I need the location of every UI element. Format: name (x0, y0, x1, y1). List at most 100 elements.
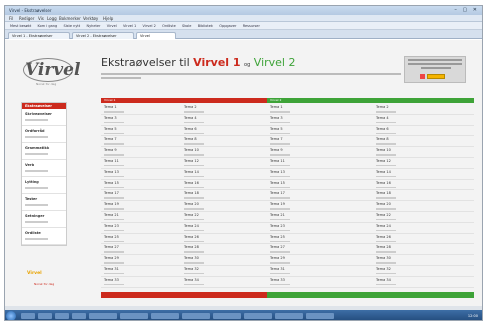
menu-item[interactable]: Logg (47, 16, 57, 21)
sidebar-item[interactable]: Ordforråd (22, 126, 66, 143)
exercise-link[interactable]: Tema 17 (270, 191, 290, 199)
taskbar-button[interactable] (55, 313, 69, 319)
exercise-link[interactable]: Tema 33 (270, 278, 290, 286)
exercise-link[interactable]: Tema 12 (184, 159, 204, 167)
exercise-link[interactable]: Tema 28 (184, 245, 204, 253)
exercise-link[interactable]: Tema 32 (184, 267, 204, 275)
exercise-link[interactable]: Tema 26 (184, 235, 204, 243)
exercise-link[interactable]: Tema 7 (270, 137, 290, 145)
exercise-link[interactable]: Tema 4 (376, 116, 396, 124)
sidebar-item[interactable]: Ordliste (22, 228, 66, 245)
exercise-link[interactable]: Tema 31 (104, 267, 124, 275)
exercise-link[interactable]: Tema 7 (104, 137, 124, 145)
exercise-link[interactable]: Tema 24 (184, 224, 204, 232)
promo-button[interactable] (427, 74, 445, 79)
exercise-link[interactable]: Tema 11 (270, 159, 290, 167)
taskbar-button[interactable] (151, 313, 179, 319)
exercise-link[interactable]: Tema 31 (270, 267, 290, 275)
taskbar-button[interactable] (72, 313, 86, 319)
exercise-link[interactable]: Tema 23 (270, 224, 290, 232)
sidebar-item[interactable]: Setninger (22, 211, 66, 228)
exercise-link[interactable]: Tema 16 (184, 181, 204, 189)
tab-virvel-1[interactable]: Virvel 1 - Ekstraøvelser (8, 32, 70, 39)
bookmark-link[interactable]: Bibliotek (198, 24, 213, 28)
exercise-link[interactable]: Tema 9 (104, 148, 124, 156)
exercise-link[interactable]: Tema 18 (376, 191, 396, 199)
exercise-link[interactable]: Tema 11 (104, 159, 124, 167)
sidebar-item[interactable]: Tester (22, 194, 66, 211)
exercise-link[interactable]: Tema 17 (104, 191, 124, 199)
exercise-link[interactable]: Tema 15 (270, 181, 290, 189)
exercise-link[interactable]: Tema 34 (184, 278, 204, 286)
exercise-link[interactable]: Tema 24 (376, 224, 396, 232)
sidebar-item[interactable]: Lytting (22, 177, 66, 194)
menu-item[interactable]: Rediger (19, 16, 34, 21)
exercise-link[interactable]: Tema 22 (376, 213, 396, 221)
exercise-link[interactable]: Tema 15 (104, 181, 124, 189)
bookmark-link[interactable]: Oppgaver (219, 24, 236, 28)
bookmark-link[interactable]: Skole (182, 24, 191, 28)
menu-item[interactable]: Bokmerker (59, 16, 81, 21)
exercise-link[interactable]: Tema 1 (270, 105, 290, 113)
sidebar-promo-sub[interactable]: Norsk for deg (34, 282, 54, 286)
exercise-link[interactable]: Tema 25 (104, 235, 124, 243)
exercise-link[interactable]: Tema 26 (376, 235, 396, 243)
bookmark-link[interactable]: Virvel 2 (143, 24, 156, 28)
taskbar-button[interactable] (38, 313, 52, 319)
exercise-link[interactable]: Tema 28 (376, 245, 396, 253)
taskbar-button[interactable] (244, 313, 272, 319)
exercise-link[interactable]: Tema 4 (184, 116, 204, 124)
exercise-link[interactable]: Tema 14 (184, 170, 204, 178)
menu-item[interactable]: Fil (9, 16, 13, 21)
sidebar-item[interactable]: Skriveøvelser (22, 109, 66, 126)
virvel-logo[interactable]: Virvel Norsk for deg (23, 58, 80, 88)
exercise-link[interactable]: Tema 13 (104, 170, 124, 178)
exercise-link[interactable]: Tema 13 (270, 170, 290, 178)
exercise-link[interactable]: Tema 32 (376, 267, 396, 275)
exercise-link[interactable]: Tema 19 (104, 202, 124, 210)
exercise-link[interactable]: Tema 1 (104, 105, 124, 113)
menu-item[interactable]: Hjelp (103, 16, 113, 21)
exercise-link[interactable]: Tema 29 (104, 256, 124, 264)
taskbar-button[interactable] (21, 313, 35, 319)
exercise-link[interactable]: Tema 20 (376, 202, 396, 210)
exercise-link[interactable]: Tema 27 (270, 245, 290, 253)
bookmark-link[interactable]: Siste nytt (63, 24, 80, 28)
sidebar-promo[interactable]: Virvel (27, 271, 42, 276)
exercise-link[interactable]: Tema 3 (270, 116, 290, 124)
exercise-link[interactable]: Tema 10 (376, 148, 396, 156)
exercise-link[interactable]: Tema 12 (376, 159, 396, 167)
exercise-link[interactable]: Tema 9 (270, 148, 290, 156)
exercise-link[interactable]: Tema 2 (184, 105, 204, 113)
exercise-link[interactable]: Tema 27 (104, 245, 124, 253)
tab-virvel[interactable]: Virvel (136, 32, 176, 39)
start-button[interactable] (6, 311, 16, 320)
sidebar-item[interactable]: Verb (22, 160, 66, 177)
exercise-link[interactable]: Tema 25 (270, 235, 290, 243)
bookmark-link[interactable]: Ressurser (243, 24, 260, 28)
exercise-link[interactable]: Tema 5 (270, 127, 290, 135)
exercise-link[interactable]: Tema 3 (104, 116, 124, 124)
taskbar-button[interactable] (213, 313, 241, 319)
bookmark-link[interactable]: Kom i gang (38, 24, 58, 28)
exercise-link[interactable]: Tema 6 (184, 127, 204, 135)
exercise-link[interactable]: Tema 6 (376, 127, 396, 135)
exercise-link[interactable]: Tema 29 (270, 256, 290, 264)
bookmark-link[interactable]: Nyheter (86, 24, 100, 28)
taskbar-button[interactable] (275, 313, 303, 319)
exercise-link[interactable]: Tema 30 (376, 256, 396, 264)
sidebar-item[interactable]: Grammatikk (22, 143, 66, 160)
exercise-link[interactable]: Tema 21 (104, 213, 124, 221)
exercise-link[interactable]: Tema 22 (184, 213, 204, 221)
bookmark-link[interactable]: Ordliste (162, 24, 176, 28)
taskbar-button[interactable] (89, 313, 117, 319)
exercise-link[interactable]: Tema 21 (270, 213, 290, 221)
exercise-link[interactable]: Tema 16 (376, 181, 396, 189)
exercise-link[interactable]: Tema 19 (270, 202, 290, 210)
window-controls[interactable]: – ▢ ✕ (454, 7, 479, 13)
exercise-link[interactable]: Tema 10 (184, 148, 204, 156)
exercise-link[interactable]: Tema 23 (104, 224, 124, 232)
exercise-link[interactable]: Tema 2 (376, 105, 396, 113)
taskbar-button[interactable] (306, 313, 334, 319)
exercise-link[interactable]: Tema 34 (376, 278, 396, 286)
